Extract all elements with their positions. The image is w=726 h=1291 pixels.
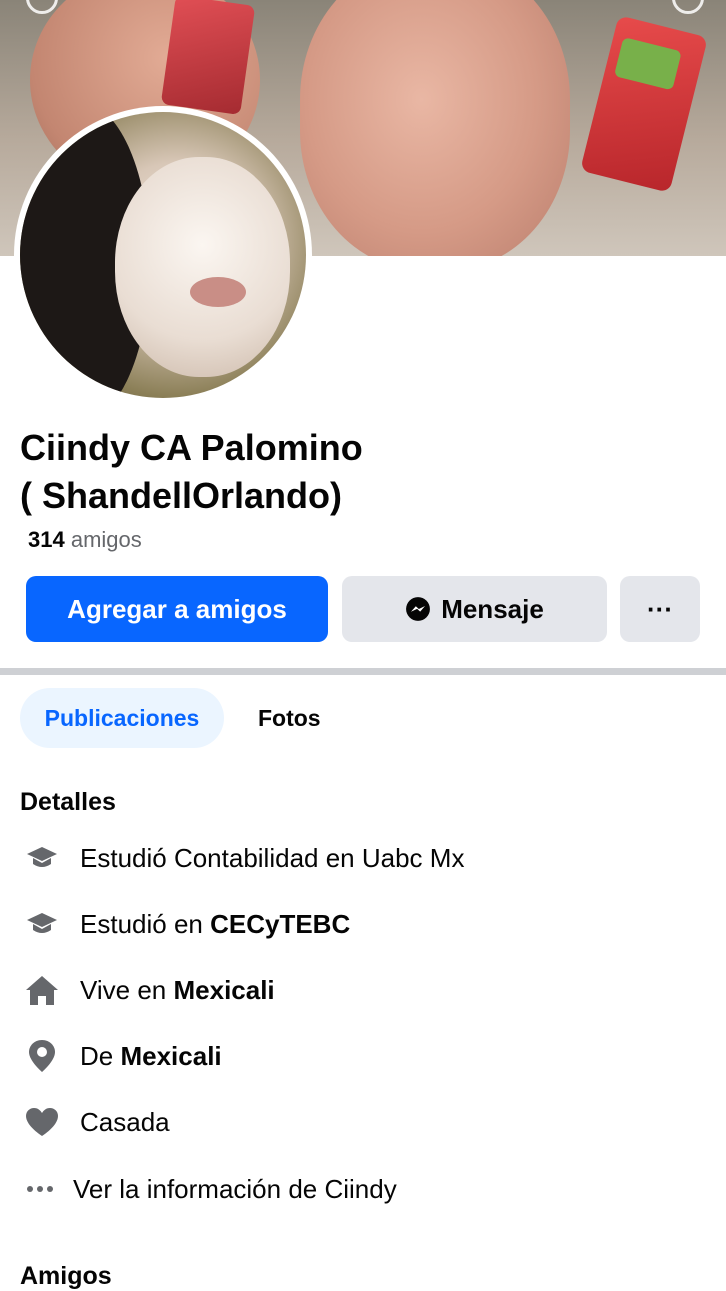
profile-picture[interactable] (20, 112, 306, 398)
cover-photo-juice-box (160, 0, 256, 116)
add-friend-button[interactable]: Agregar a amigos (26, 576, 328, 642)
message-button[interactable]: Mensaje (342, 576, 607, 642)
tab-fotos[interactable]: Fotos (258, 688, 321, 748)
more-dots-icon (22, 1171, 58, 1207)
friends-count-label: amigos (70, 527, 142, 552)
add-friend-label: Agregar a amigos (67, 593, 287, 624)
detail-item-relationship: Casada (0, 1097, 726, 1147)
detail-text: Estudió en CECyTEBC (80, 909, 350, 940)
message-label: Mensaje (441, 593, 544, 624)
graduation-cap-icon (24, 906, 60, 942)
profile-name-line2: ( ShandellOrlando) (20, 475, 343, 516)
detail-item-hometown: De Mexicali (0, 1031, 726, 1081)
detail-text: Casada (80, 1107, 170, 1138)
see-about-info-label: Ver la información de Ciindy (73, 1173, 397, 1204)
detail-text: Estudió Contabilidad en Uabc Mx (80, 843, 464, 874)
more-options-label: ··· (647, 593, 673, 624)
home-icon (24, 972, 60, 1008)
heart-icon (24, 1104, 60, 1140)
more-options-button[interactable]: ··· (620, 576, 700, 642)
detail-text-prefix: Estudió Contabilidad en Uabc Mx (80, 842, 465, 873)
detail-link-current-city[interactable]: Mexicali (173, 975, 274, 1005)
tab-publicaciones[interactable]: Publicaciones (20, 688, 224, 748)
see-about-info-link[interactable]: Ver la información de Ciindy (0, 1164, 726, 1214)
detail-text-prefix: De (80, 1040, 121, 1071)
messenger-icon (406, 597, 431, 621)
profile-picture-face (115, 157, 290, 377)
tab-label: Publicaciones (44, 704, 200, 731)
cover-photo-juice-box (580, 15, 708, 193)
detail-link-school[interactable]: CECyTEBC (210, 909, 350, 939)
friends-count[interactable]: 314 amigos (28, 527, 142, 553)
detail-text-prefix: Casada (80, 1106, 170, 1137)
friends-section-heading: Amigos (20, 1262, 112, 1290)
detail-text: De Mexicali (80, 1041, 222, 1072)
tab-label: Fotos (258, 704, 321, 731)
profile-picture-lips (190, 277, 246, 307)
search-icon[interactable] (672, 0, 704, 14)
detail-item-lives-in: Vive en Mexicali (0, 965, 726, 1015)
detail-item-education-university: Estudió Contabilidad en Uabc Mx (0, 833, 726, 883)
detail-text-prefix: Estudió en (80, 908, 211, 939)
profile-name-line1: Ciindy CA Palomino (20, 427, 363, 468)
detail-link-hometown[interactable]: Mexicali (120, 1041, 221, 1071)
cover-photo-child (300, 0, 570, 256)
details-heading: Detalles (20, 788, 116, 816)
section-divider (0, 668, 726, 675)
location-pin-icon (24, 1038, 60, 1074)
detail-text-prefix: Vive en (80, 974, 174, 1005)
detail-item-education-school: Estudió en CECyTEBC (0, 899, 726, 949)
profile-name: Ciindy CA Palomino ( ShandellOrlando) (20, 424, 710, 520)
detail-text: Vive en Mexicali (80, 975, 275, 1006)
friends-count-number: 314 (28, 527, 65, 552)
graduation-cap-icon (24, 840, 60, 876)
